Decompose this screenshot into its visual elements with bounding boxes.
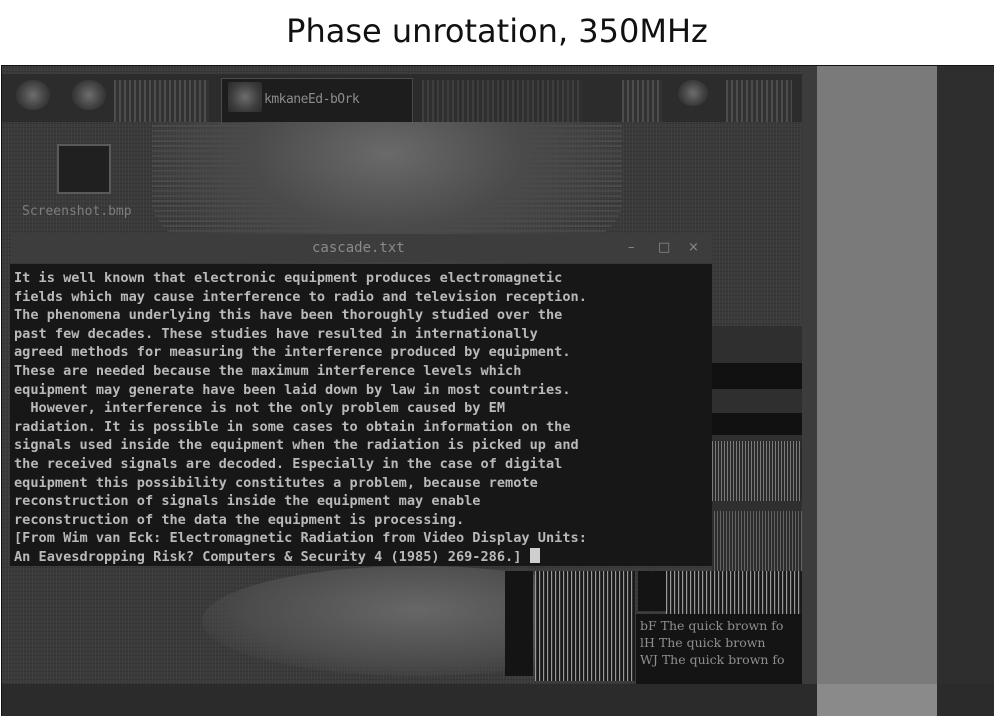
file-icon — [57, 144, 111, 194]
dark-stripe — [937, 66, 994, 716]
volume-icon — [678, 80, 708, 106]
sample-text-line: lH The quick brown — [640, 635, 766, 650]
terminal-line: The phenomena underlying this have been … — [14, 307, 563, 324]
clock-area — [726, 80, 792, 122]
light-stripe — [817, 66, 937, 716]
dark-column — [505, 571, 533, 676]
edge-stripe — [802, 66, 817, 716]
terminal-line: agreed methods for measuring the interfe… — [14, 344, 571, 361]
taskbar-active-label: kmkaneEd-bOrk — [264, 92, 360, 107]
terminal-line: radiation. It is possible in some cases … — [14, 418, 571, 435]
browser-icon — [72, 80, 106, 110]
terminal-line: fields which may cause interference to r… — [14, 288, 587, 305]
window-title: cascade.txt — [312, 240, 405, 256]
image-frame: kmkaneEd-bOrk Screenshot.bmp cascade.txt… — [1, 65, 994, 716]
tray-icon — [622, 80, 662, 122]
background-bar — [712, 363, 802, 389]
noise-block — [714, 511, 802, 571]
minimize-icon: – — [628, 240, 635, 255]
terminal-line: signals used inside the equipment when t… — [14, 437, 579, 454]
noise-block — [712, 441, 802, 501]
terminal-line: equipment may generate have been laid do… — [14, 381, 571, 398]
dark-block — [638, 571, 666, 611]
sample-text-line: bF The quick brown fo — [640, 618, 784, 633]
taskbar-spacer — [422, 80, 582, 122]
terminal-line: However, interference is not the only pr… — [14, 400, 506, 417]
menu-icon — [16, 80, 50, 110]
terminal-line: the received signals are decoded. Especi… — [14, 455, 563, 472]
terminal-line: [From Wim van Eck: Electromagnetic Radia… — [14, 530, 587, 547]
terminal-line: equipment this possibility constitutes a… — [14, 474, 538, 491]
noise-block — [535, 571, 635, 681]
terminal-line: These are needed because the maximum int… — [14, 362, 522, 379]
noise-block — [666, 571, 802, 616]
figure-title: Phase unrotation, 350MHz — [286, 12, 708, 50]
sample-text-line: WJ The quick brown fo — [640, 652, 785, 667]
terminal-line: reconstruction of the data the equipment… — [14, 511, 465, 528]
terminal-line: reconstruction of signals inside the equ… — [14, 493, 481, 510]
background-bar — [712, 413, 802, 435]
terminal-line: An Eavesdropping Risk? Computers & Secur… — [14, 548, 522, 565]
terminal-line: past few decades. These studies have res… — [14, 325, 538, 342]
bottom-light-block — [817, 684, 937, 716]
close-icon: × — [688, 240, 699, 255]
terminal-text: It is well known that electronic equipme… — [14, 269, 587, 567]
terminal-icon — [228, 82, 262, 112]
maximize-icon: □ — [658, 240, 671, 255]
text-cursor — [529, 547, 540, 563]
desktop-icon-label: Screenshot.bmp — [22, 204, 132, 219]
terminal-line: It is well known that electronic equipme… — [14, 270, 563, 286]
taskbar-button — [114, 80, 209, 122]
